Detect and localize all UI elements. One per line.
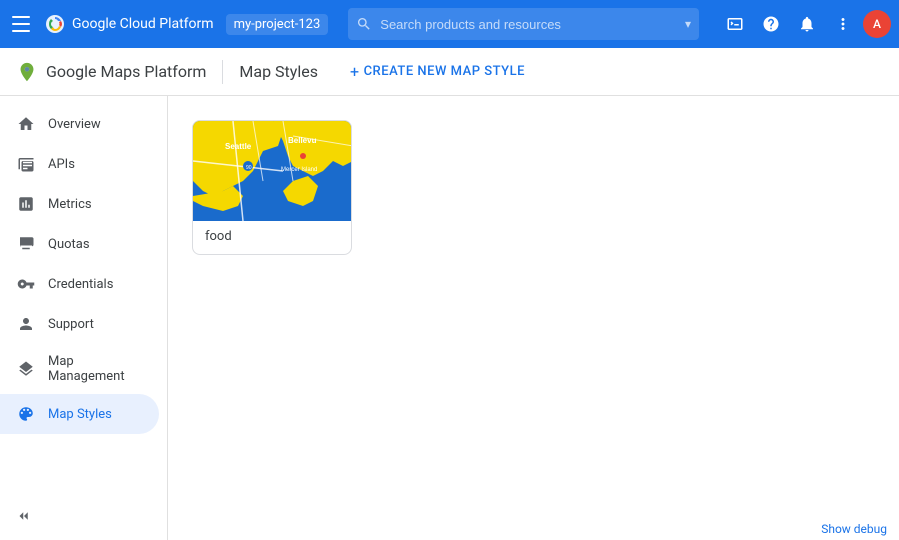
collapse-icon	[15, 507, 33, 525]
console-icon-btn[interactable]	[719, 8, 751, 40]
search-icon	[356, 16, 372, 32]
help-icon	[762, 15, 780, 33]
more-options-btn[interactable]	[827, 8, 859, 40]
sidebar-item-credentials[interactable]: Credentials	[0, 264, 159, 304]
plus-icon: +	[350, 62, 360, 81]
console-icon	[726, 15, 744, 33]
menu-button[interactable]	[8, 12, 32, 36]
top-header: Google Cloud Platform my-project-123 ▾	[0, 0, 899, 48]
app-title: Google Cloud Platform	[72, 16, 214, 32]
map-style-label: food	[193, 221, 351, 254]
bar-chart-icon	[16, 194, 36, 214]
svg-text:90: 90	[246, 165, 252, 171]
key-icon	[16, 274, 36, 294]
home-icon	[16, 114, 36, 134]
sidebar-item-metrics[interactable]: Metrics	[0, 184, 159, 224]
main-content: Seattle Bellevu Mercer Island 90 food	[168, 96, 899, 540]
project-selector[interactable]: my-project-123	[226, 14, 329, 35]
notifications-icon	[798, 15, 816, 33]
header-divider	[222, 60, 223, 84]
sub-header: Google Maps Platform Map Styles + CREATE…	[0, 48, 899, 96]
person-icon	[16, 314, 36, 334]
sidebar-item-overview[interactable]: Overview	[0, 104, 159, 144]
sidebar-item-map-management[interactable]: Map Management	[0, 344, 159, 394]
sidebar-item-map-styles[interactable]: Map Styles	[0, 394, 159, 434]
create-new-map-style-button[interactable]: + CREATE NEW MAP STYLE	[342, 56, 533, 87]
search-input[interactable]	[380, 17, 677, 32]
debug-footer[interactable]: Show debug	[809, 518, 899, 540]
page-title: Map Styles	[239, 62, 318, 81]
map-style-card[interactable]: Seattle Bellevu Mercer Island 90 food	[192, 120, 352, 255]
svg-text:Mercer Island: Mercer Island	[281, 167, 317, 173]
sidebar-collapse-button[interactable]	[8, 500, 40, 532]
header-actions: A	[719, 8, 891, 40]
svg-text:Bellevu: Bellevu	[288, 136, 317, 145]
sidebar-item-apis[interactable]: APIs	[0, 144, 159, 184]
maps-pin-icon	[16, 61, 38, 83]
svg-text:Seattle: Seattle	[225, 142, 252, 151]
palette-icon	[16, 404, 36, 424]
grid-icon	[16, 154, 36, 174]
product-logo-area: Google Maps Platform	[16, 61, 206, 83]
search-dropdown-icon[interactable]: ▾	[685, 17, 691, 31]
user-avatar[interactable]: A	[863, 10, 891, 38]
search-area: ▾	[348, 8, 699, 40]
sidebar-item-quotas[interactable]: Quotas	[0, 224, 159, 264]
main-layout: Overview APIs Metrics Quotas Credentials	[0, 96, 899, 540]
sidebar: Overview APIs Metrics Quotas Credentials	[0, 96, 168, 540]
notifications-icon-btn[interactable]	[791, 8, 823, 40]
layers-icon	[16, 359, 36, 379]
product-name: Google Maps Platform	[46, 62, 206, 81]
search-box[interactable]: ▾	[348, 8, 699, 40]
monitor-icon	[16, 234, 36, 254]
map-preview-svg: Seattle Bellevu Mercer Island 90	[193, 121, 352, 221]
app-logo-area: Google Cloud Platform	[44, 13, 214, 35]
map-thumbnail: Seattle Bellevu Mercer Island 90	[193, 121, 352, 221]
gcp-logo-icon	[44, 13, 66, 35]
sidebar-item-support[interactable]: Support	[0, 304, 159, 344]
more-vert-icon	[834, 15, 852, 33]
help-icon-btn[interactable]	[755, 8, 787, 40]
